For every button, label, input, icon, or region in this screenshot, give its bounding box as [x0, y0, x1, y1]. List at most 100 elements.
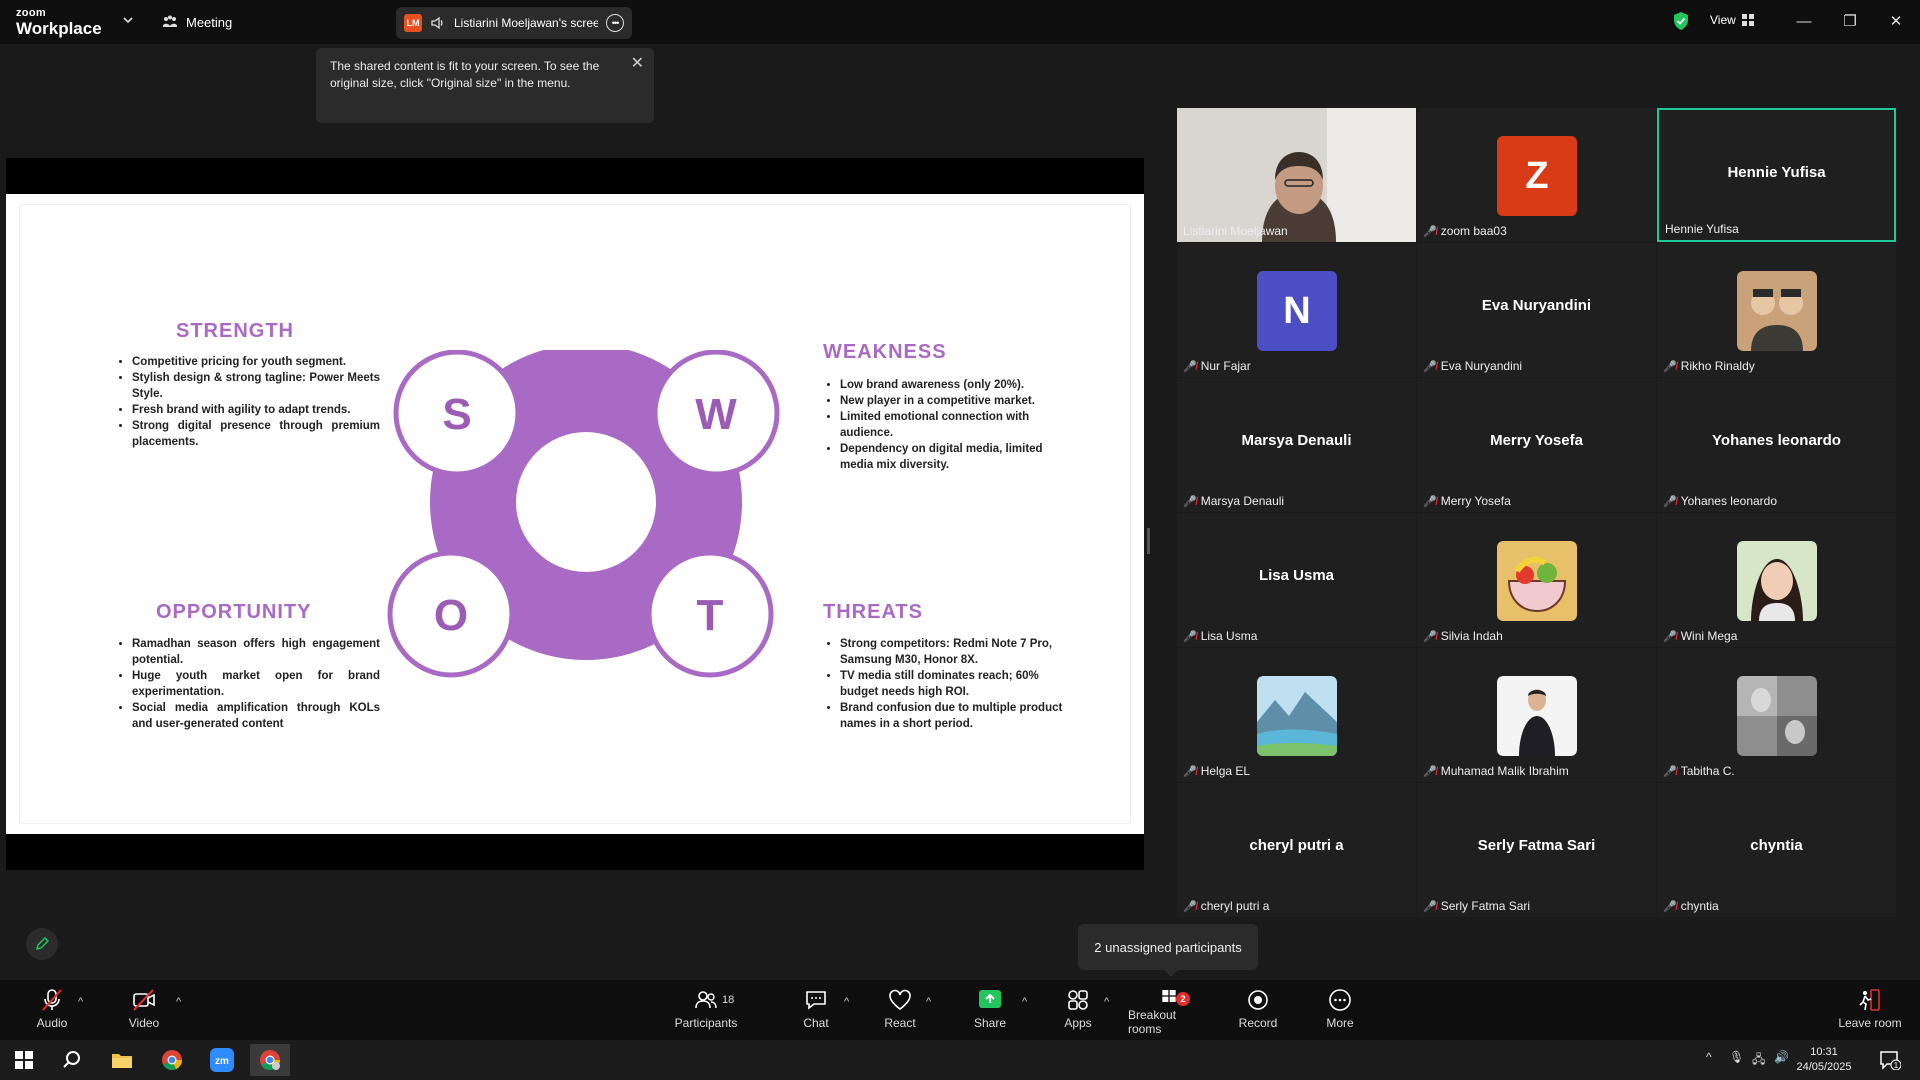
- participant-tile[interactable]: Yohanes leonardo 🎤̸ Yohanes leonardo: [1657, 378, 1896, 512]
- more-icon: [1329, 989, 1351, 1011]
- zoom-workplace-logo[interactable]: zoom Workplace: [16, 8, 102, 38]
- more-options-icon[interactable]: •••: [606, 14, 624, 32]
- strength-list: Competitive pricing for youth segment. S…: [118, 354, 380, 450]
- restore-icon[interactable]: ❐: [1838, 10, 1862, 32]
- sharer-pill[interactable]: LM Listiarini Moeljawan's screen •••: [396, 7, 632, 39]
- participant-name: 🎤̸ Tabitha C.: [1663, 764, 1735, 778]
- opportunity-list: Ramadhan season offers high engagement p…: [118, 636, 380, 732]
- annotate-pencil-icon[interactable]: [26, 928, 58, 960]
- search-icon[interactable]: [52, 1044, 92, 1076]
- close-icon[interactable]: ✕: [1884, 10, 1908, 32]
- leave-room-icon: [1859, 989, 1880, 1011]
- meeting-icon: [163, 15, 177, 27]
- chevron-up-icon[interactable]: ^: [78, 996, 83, 1008]
- mic-muted-icon: 🎤̸: [1423, 900, 1437, 913]
- participant-tile[interactable]: Serly Fatma Sari 🎤̸ Serly Fatma Sari: [1417, 783, 1656, 917]
- swot-diagram: S W O T: [387, 350, 780, 678]
- participants-label: Participants: [674, 1016, 738, 1030]
- participant-name: 🎤̸ Nur Fajar: [1183, 359, 1251, 373]
- chrome-profile-icon[interactable]: [250, 1044, 290, 1076]
- swot-o-circle: O: [387, 550, 515, 678]
- participant-tile[interactable]: cheryl putri a 🎤̸ cheryl putri a: [1177, 783, 1416, 917]
- participant-gallery: Listiarini Moeljawan Z 🎤̸ zoom baa03 Hen…: [1177, 108, 1897, 918]
- participant-name: 🎤̸ Wini Mega: [1663, 629, 1738, 643]
- participant-tile[interactable]: Marsya Denauli 🎤̸ Marsya Denauli: [1177, 378, 1416, 512]
- chat-label: Chat: [803, 1016, 829, 1030]
- participant-tile[interactable]: Lisa Usma 🎤̸ Lisa Usma: [1177, 513, 1416, 647]
- svg-text:zm: zm: [215, 1056, 229, 1067]
- participant-tile[interactable]: 🎤̸ Wini Mega: [1657, 513, 1896, 647]
- video-button[interactable]: Video: [104, 988, 184, 1036]
- participant-video: [1177, 108, 1416, 242]
- mic-icon[interactable]: 🎙: [1729, 1050, 1744, 1064]
- breakout-rooms-button[interactable]: Breakout rooms: [1128, 988, 1210, 1036]
- chevron-up-icon[interactable]: ^: [176, 996, 181, 1008]
- participant-tile-active[interactable]: Hennie Yufisa Hennie Yufisa: [1657, 108, 1896, 242]
- threats-list: Strong competitors: Redmi Note 7 Pro, Sa…: [826, 636, 1078, 732]
- clock-time: 10:31: [1810, 1046, 1838, 1058]
- chevron-up-icon[interactable]: ^: [1706, 1050, 1712, 1064]
- video-off-icon: [133, 989, 155, 1011]
- network-icon[interactable]: 🖧: [1752, 1050, 1765, 1071]
- file-explorer-icon[interactable]: [102, 1044, 142, 1076]
- mic-muted-icon: 🎤̸: [1423, 495, 1437, 508]
- windows-taskbar: zm ^ 🎙 🖧 🔊 10:31 24/05/2025 1: [0, 1040, 1920, 1080]
- participant-name: Listiarini Moeljawan: [1183, 224, 1288, 238]
- chrome-icon[interactable]: [152, 1044, 192, 1076]
- chevron-up-icon[interactable]: ^: [844, 996, 849, 1008]
- participant-tile[interactable]: chyntia 🎤̸ chyntia: [1657, 783, 1896, 917]
- share-button[interactable]: Share: [950, 988, 1030, 1036]
- more-button[interactable]: More: [1300, 988, 1380, 1036]
- participant-tile[interactable]: Listiarini Moeljawan: [1177, 108, 1416, 242]
- mic-muted-icon: 🎤̸: [1423, 360, 1437, 373]
- close-icon[interactable]: ✕: [631, 55, 644, 72]
- chevron-up-icon[interactable]: ^: [1022, 996, 1027, 1008]
- swot-center: [516, 432, 656, 572]
- system-clock[interactable]: 10:31 24/05/2025: [1776, 1045, 1872, 1075]
- windows-start-icon[interactable]: [4, 1044, 44, 1076]
- zoom-app-icon[interactable]: zm: [202, 1044, 242, 1076]
- participant-tile[interactable]: 🎤̸ Silvia Indah: [1417, 513, 1656, 647]
- avatar: [1497, 676, 1577, 756]
- clock-date: 24/05/2025: [1796, 1061, 1852, 1073]
- list-item: Low brand awareness (only 20%).: [840, 377, 1078, 393]
- mic-muted-icon: 🎤̸: [1423, 630, 1437, 643]
- participant-name: 🎤̸ Eva Nuryandini: [1423, 359, 1523, 373]
- sharer-label: Listiarini Moeljawan's screen: [454, 16, 598, 30]
- panel-resize-handle[interactable]: [1147, 528, 1150, 554]
- participant-tile[interactable]: Z 🎤̸ zoom baa03: [1417, 108, 1656, 242]
- participant-display-name: Yohanes leonardo: [1712, 432, 1841, 449]
- record-button[interactable]: Record: [1218, 988, 1298, 1036]
- minimize-icon[interactable]: —: [1792, 10, 1816, 32]
- participant-tile[interactable]: 🎤̸ Rikho Rinaldy: [1657, 243, 1896, 377]
- breakout-rooms-label: Breakout rooms: [1128, 1008, 1177, 1036]
- leave-room-button[interactable]: Leave room: [1830, 988, 1910, 1036]
- participant-tile[interactable]: 🎤̸ Helga EL: [1177, 648, 1416, 782]
- chevron-up-icon[interactable]: ^: [1104, 996, 1109, 1008]
- security-shield-icon[interactable]: [1672, 11, 1690, 31]
- record-label: Record: [1238, 1016, 1278, 1030]
- participant-name: 🎤̸ Helga EL: [1183, 764, 1251, 778]
- avatar: Z: [1497, 136, 1577, 216]
- participant-tile[interactable]: Merry Yosefa 🎤̸ Merry Yosefa: [1417, 378, 1656, 512]
- meeting-label: Meeting: [186, 14, 233, 30]
- participant-tile[interactable]: 🎤̸ Muhamad Malik Ibrahim: [1417, 648, 1656, 782]
- participant-name: 🎤̸ Serly Fatma Sari: [1423, 899, 1531, 913]
- avatar: [1257, 676, 1337, 756]
- share-label: Share: [973, 1016, 1007, 1030]
- avatar: N: [1257, 271, 1337, 351]
- participant-tile[interactable]: N 🎤̸ Nur Fajar: [1177, 243, 1416, 377]
- participant-tile[interactable]: 🎤̸ Tabitha C.: [1657, 648, 1896, 782]
- participant-tile[interactable]: Eva Nuryandini 🎤̸ Eva Nuryandini: [1417, 243, 1656, 377]
- list-item: Fresh brand with agility to adapt trends…: [132, 402, 380, 418]
- apps-icon: [1068, 990, 1088, 1010]
- participant-name: 🎤̸ zoom baa03: [1423, 224, 1507, 238]
- meeting-menu[interactable]: Meeting: [162, 12, 232, 32]
- participant-name: 🎤̸ Merry Yosefa: [1423, 494, 1511, 508]
- chevron-down-icon[interactable]: [120, 12, 136, 28]
- chevron-up-icon[interactable]: ^: [926, 996, 931, 1008]
- notifications-icon[interactable]: 1: [1870, 1044, 1910, 1076]
- view-button[interactable]: View: [1710, 13, 1754, 27]
- tooltip-text: The shared content is fit to your screen…: [330, 59, 600, 90]
- speaker-icon[interactable]: [430, 15, 446, 31]
